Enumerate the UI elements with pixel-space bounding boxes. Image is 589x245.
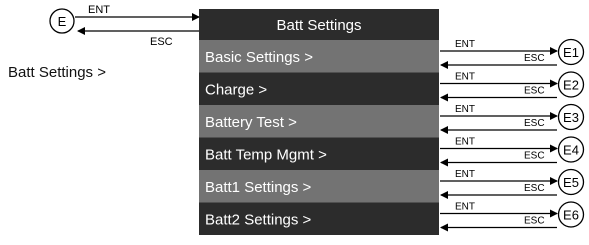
enter-label: ENT [455, 137, 475, 148]
menu-panel: Batt Settings Basic Settings >Charge >Ba… [199, 9, 439, 235]
target-node-5: E5 [557, 168, 585, 196]
target-node-6: E6 [557, 201, 585, 228]
diagram-canvas: E ENT ESC Batt Settings Basic Settings >… [49, 4, 585, 235]
target-node-label: E4 [563, 143, 579, 158]
target-node-label: E6 [563, 208, 579, 223]
menu-title: Batt Settings [276, 17, 361, 34]
target-node-4: E4 [557, 136, 585, 163]
menu-item-label: Batt2 Settings > [205, 211, 312, 228]
enter-label: ENT [455, 72, 475, 83]
entry-node: E [49, 8, 75, 34]
menu-item-3[interactable]: Battery Test > [199, 105, 439, 138]
escape-label: ESC [524, 53, 545, 64]
menu-item-label: Battery Test > [205, 114, 297, 131]
target-node-label: E2 [563, 78, 579, 93]
target-node-label: E1 [563, 45, 579, 60]
side-label: Batt Settings > [8, 64, 106, 81]
submenu-transition-3: ENT ESC E3 [440, 103, 585, 134]
submenu-transition-1: ENT ESC E1 [440, 38, 585, 69]
menu-item-4[interactable]: Batt Temp Mgmt > [199, 137, 439, 171]
escape-label: ESC [524, 216, 545, 227]
menu-item-1[interactable]: Basic Settings > [199, 40, 439, 73]
entry-node-label: E [58, 14, 67, 29]
menu-item-label: Charge > [205, 81, 267, 98]
entry-escape-label: ESC [150, 36, 173, 48]
menu-item-2[interactable]: Charge > [199, 72, 439, 106]
enter-label: ENT [455, 202, 475, 213]
entry-enter-transition: ENT [75, 4, 200, 21]
menu-item-label: Batt1 Settings > [205, 179, 312, 196]
entry-enter-label: ENT [88, 4, 110, 16]
target-node-label: E5 [563, 175, 579, 190]
submenu-transition-6: ENT ESC E6 [440, 201, 585, 232]
escape-label: ESC [524, 183, 545, 194]
target-node-1: E1 [557, 38, 585, 66]
menu-item-6[interactable]: Batt2 Settings > [199, 202, 439, 236]
enter-label: ENT [455, 39, 475, 50]
menu-items: Basic Settings > Charge > Battery Test > Ba… [199, 40, 439, 235]
enter-label: ENT [455, 169, 475, 180]
escape-label: ESC [524, 118, 545, 129]
menu-item-label: Basic Settings > [205, 49, 313, 66]
submenu-transition-4: ENT ESC E4 [440, 136, 585, 167]
menu-item-label: Batt Temp Mgmt > [205, 146, 327, 163]
escape-label: ESC [524, 151, 545, 162]
target-node-label: E3 [563, 110, 579, 125]
submenu-transitions: ENT ESC E1 ENT ESC E2 ENT ESC E3 ENT ESC E4 ENT ESC E5… [440, 38, 585, 232]
enter-label: ENT [455, 104, 475, 115]
submenu-transition-2: ENT ESC E2 [440, 71, 585, 102]
target-node-2: E2 [557, 71, 585, 98]
entry-escape-transition: ESC [77, 27, 199, 48]
escape-label: ESC [524, 86, 545, 97]
batt-settings-diagram: E ENT ESC Batt Settings Basic Settings >… [0, 0, 589, 245]
target-node-3: E3 [557, 103, 585, 131]
menu-item-5[interactable]: Batt1 Settings > [199, 170, 439, 203]
submenu-transition-5: ENT ESC E5 [440, 168, 585, 199]
